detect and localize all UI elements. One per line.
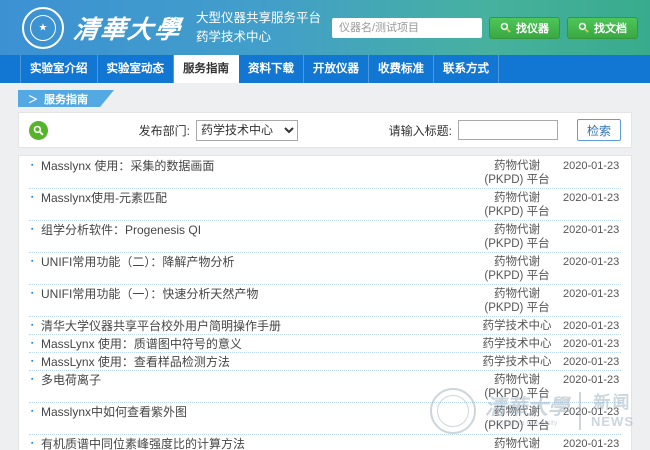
date-cell: 2020-01-23 xyxy=(563,159,621,173)
department-cell: 药物代谢 (PKPD) 平台 xyxy=(477,373,557,401)
bullet-icon xyxy=(29,223,41,237)
bullet-icon xyxy=(29,159,41,173)
platform-title-line1: 大型仪器共享服务平台 xyxy=(196,9,321,27)
article-link[interactable]: 多电荷离子 xyxy=(41,373,477,387)
search-icon-button[interactable] xyxy=(29,121,48,140)
department-cell: 药物代谢 (PKPD) 平台 xyxy=(477,255,557,283)
bullet-icon xyxy=(29,319,41,333)
article-link[interactable]: MassLynx 使用：查看样品检测方法 xyxy=(41,355,477,369)
breadcrumb-label: 服务指南 xyxy=(44,91,88,107)
chevron-right-icon: ＞ xyxy=(28,91,38,106)
find-instrument-button[interactable]: 找仪器 xyxy=(489,17,560,39)
bullet-icon xyxy=(29,355,41,369)
department-select[interactable]: 药学技术中心 xyxy=(196,120,298,141)
platform-title-line2: 药学技术中心 xyxy=(196,28,321,46)
article-link[interactable]: UNIFI常用功能（二）：降解产物分析 xyxy=(41,255,477,269)
department-cell: 药物代谢 (PKPD) 平台 xyxy=(477,191,557,219)
table-row: Masslynx中如何查看紫外图药物代谢 (PKPD) 平台 2020-01-23 xyxy=(29,403,621,435)
date-cell: 2020-01-23 xyxy=(563,373,621,387)
nav-tab-2[interactable]: 实验室动态 xyxy=(98,55,175,83)
date-cell: 2020-01-23 xyxy=(563,319,621,333)
nav-tab-7[interactable]: 联系方式 xyxy=(434,55,499,83)
department-cell: 药物代谢 (PKPD) 平台 xyxy=(477,405,557,433)
nav-tab-5[interactable]: 开放仪器 xyxy=(304,55,369,83)
search-icon xyxy=(33,125,44,136)
search-icon xyxy=(578,22,589,33)
site-header: 清華大學 大型仪器共享服务平台 药学技术中心 找仪器 找文档 xyxy=(0,0,650,55)
bullet-icon xyxy=(29,337,41,351)
bullet-icon xyxy=(29,405,41,419)
find-document-label: 找文档 xyxy=(594,20,627,36)
platform-title: 大型仪器共享服务平台 药学技术中心 xyxy=(196,9,321,45)
nav-tab-3[interactable]: 服务指南 xyxy=(174,55,239,83)
date-cell: 2020-01-23 xyxy=(563,223,621,237)
breadcrumb[interactable]: ＞ 服务指南 xyxy=(18,90,114,107)
table-row: Masslynx 使用：采集的数据画面药物代谢 (PKPD) 平台 2020-01… xyxy=(29,157,621,189)
article-link[interactable]: Masslynx使用-元素匹配 xyxy=(41,191,477,205)
bullet-icon xyxy=(29,287,41,301)
article-list: Masslynx 使用：采集的数据画面药物代谢 (PKPD) 平台2020-01… xyxy=(18,155,632,450)
table-row: MassLynx 使用：查看样品检测方法药学技术中心 2020-01-23 xyxy=(29,353,621,371)
university-seal-icon xyxy=(30,15,56,41)
article-link[interactable]: MassLynx 使用：质谱图中符号的意义 xyxy=(41,337,477,351)
department-cell: 药学技术中心 xyxy=(477,319,557,333)
date-cell: 2020-01-23 xyxy=(563,355,621,369)
article-link[interactable]: UNIFI常用功能（一）：快速分析天然产物 xyxy=(41,287,477,301)
date-cell: 2020-01-23 xyxy=(563,255,621,269)
bullet-icon xyxy=(29,255,41,269)
search-submit-button[interactable]: 检索 xyxy=(577,119,621,141)
title-filter-group: 请输入标题: 检索 xyxy=(389,119,621,141)
department-label: 发布部门: xyxy=(139,122,190,139)
department-cell: 药学技术中心 xyxy=(477,355,557,369)
table-row: UNIFI常用功能（一）：快速分析天然产物药物代谢 (PKPD) 平台 2020-… xyxy=(29,285,621,317)
table-row: Masslynx使用-元素匹配药物代谢 (PKPD) 平台 2020-01-23 xyxy=(29,189,621,221)
find-instrument-label: 找仪器 xyxy=(516,20,549,36)
department-cell: 药物代谢 (PKPD) 平台 xyxy=(477,223,557,251)
bullet-icon xyxy=(29,191,41,205)
university-logo xyxy=(22,7,64,49)
nav-tab-1[interactable]: 实验室介绍 xyxy=(20,55,98,83)
date-cell: 2020-01-23 xyxy=(563,191,621,205)
department-filter-group: 发布部门: 药学技术中心 xyxy=(139,120,298,141)
table-row: 组学分析软件：Progenesis QI药物代谢 (PKPD) 平台 2020-0… xyxy=(29,221,621,253)
nav-tab-6[interactable]: 收费标准 xyxy=(369,55,434,83)
header-search-area: 找仪器 找文档 xyxy=(332,17,638,39)
article-link[interactable]: Masslynx中如何查看紫外图 xyxy=(41,405,477,419)
bullet-icon xyxy=(29,373,41,387)
article-link[interactable]: 清华大学仪器共享平台校外用户简明操作手册 xyxy=(41,319,477,333)
article-link[interactable]: 组学分析软件：Progenesis QI xyxy=(41,223,477,237)
bullet-icon xyxy=(29,437,41,450)
date-cell: 2020-01-23 xyxy=(563,437,621,450)
date-cell: 2020-01-23 xyxy=(563,287,621,301)
table-row: UNIFI常用功能（二）：降解产物分析药物代谢 (PKPD) 平台 2020-01… xyxy=(29,253,621,285)
instrument-search-input[interactable] xyxy=(332,18,482,38)
university-name: 清華大學 xyxy=(71,10,184,46)
main-nav: 实验室介绍实验室动态服务指南资料下载开放仪器收费标准联系方式 xyxy=(0,55,650,83)
date-cell: 2020-01-23 xyxy=(563,405,621,419)
article-link[interactable]: 有机质谱中同位素峰强度比的计算方法 xyxy=(41,437,477,450)
department-cell: 药学技术中心 xyxy=(477,337,557,351)
department-cell: 药物代谢 (PKPD) 平台 xyxy=(477,437,557,450)
article-link[interactable]: Masslynx 使用：采集的数据画面 xyxy=(41,159,477,173)
department-cell: 药物代谢 (PKPD) 平台 xyxy=(477,287,557,315)
search-icon xyxy=(500,22,511,33)
title-search-input[interactable] xyxy=(458,120,558,140)
department-cell: 药物代谢 (PKPD) 平台 xyxy=(477,159,557,187)
filter-bar: 发布部门: 药学技术中心 请输入标题: 检索 xyxy=(18,112,632,148)
table-row: 多电荷离子药物代谢 (PKPD) 平台 2020-01-23 xyxy=(29,371,621,403)
table-row: MassLynx 使用：质谱图中符号的意义药学技术中心 2020-01-23 xyxy=(29,335,621,353)
table-row: 清华大学仪器共享平台校外用户简明操作手册药学技术中心 2020-01-23 xyxy=(29,317,621,335)
page: 清華大學 大型仪器共享服务平台 药学技术中心 找仪器 找文档 xyxy=(0,0,650,450)
find-document-button[interactable]: 找文档 xyxy=(567,17,638,39)
date-cell: 2020-01-23 xyxy=(563,337,621,351)
nav-tab-4[interactable]: 资料下载 xyxy=(239,55,304,83)
table-row: 有机质谱中同位素峰强度比的计算方法药物代谢 (PKPD) 平台 2020-01-2… xyxy=(29,435,621,450)
title-search-label: 请输入标题: xyxy=(389,122,452,139)
